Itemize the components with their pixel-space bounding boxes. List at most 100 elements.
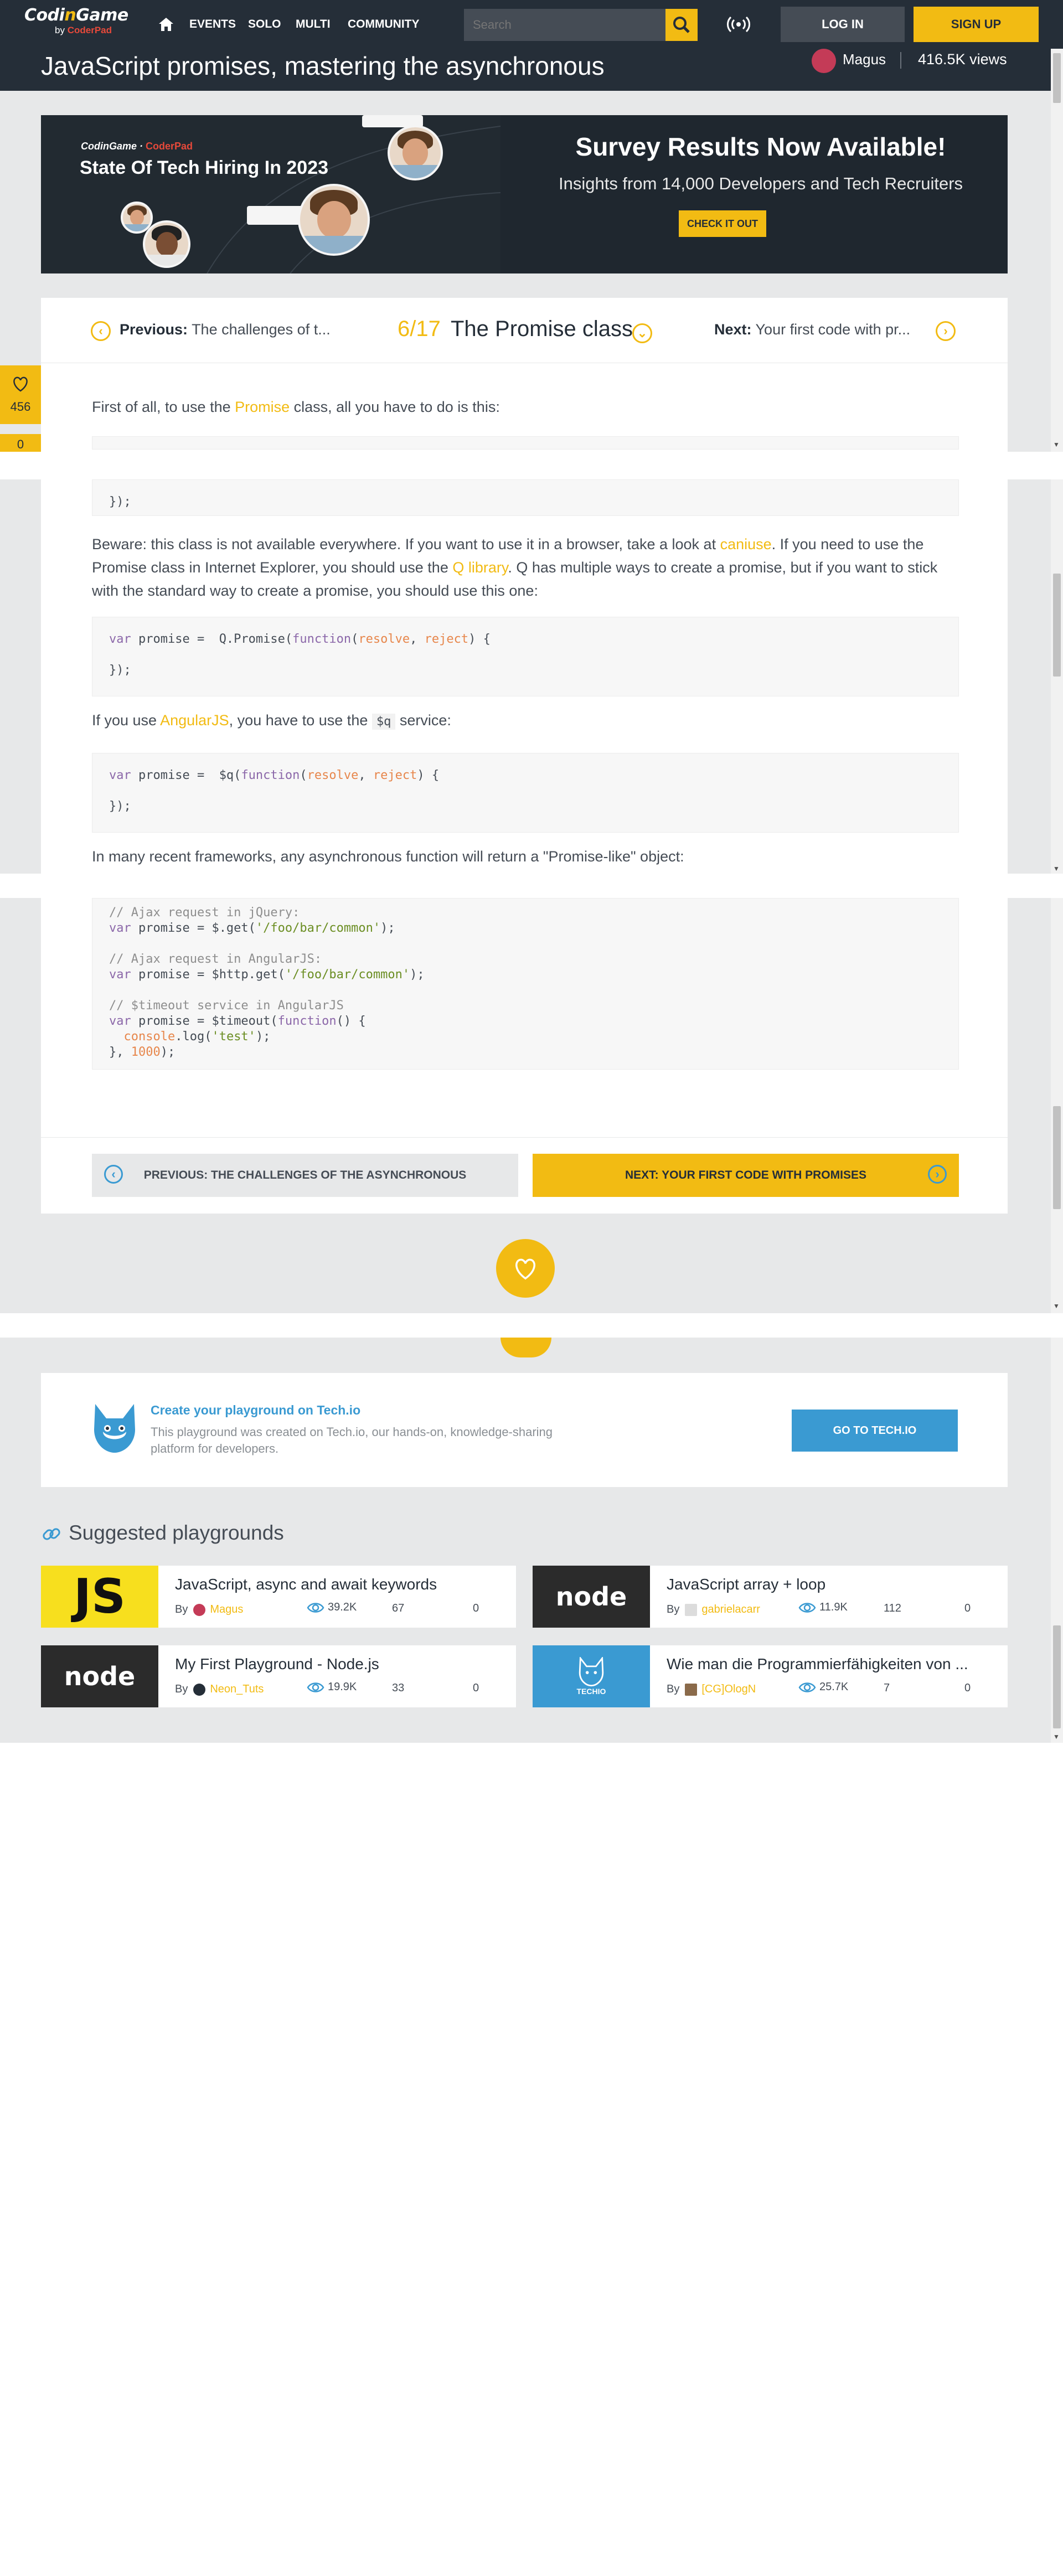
node-logo-text: node bbox=[64, 1661, 136, 1691]
banner-subtitle: Insights from 14,000 Developers and Tech… bbox=[558, 174, 963, 193]
chevron-down-icon[interactable]: ⌄ bbox=[632, 323, 652, 343]
code-block-angular-q: var promise = $q(function(resolve, rejec… bbox=[92, 753, 959, 833]
eye-icon bbox=[798, 1682, 816, 1692]
side-like-button[interactable]: 456 bbox=[0, 365, 41, 424]
like-button[interactable] bbox=[496, 1239, 555, 1298]
scrollbar-thumb-1[interactable] bbox=[1053, 53, 1061, 103]
comments-count: 0 bbox=[964, 1682, 971, 1694]
author-avatar bbox=[685, 1603, 698, 1616]
comments-count: 0 bbox=[964, 1602, 971, 1614]
playground-card[interactable]: node My First Playground - Node.js By Neo… bbox=[41, 1645, 516, 1707]
js-logo-thumbnail: JS bbox=[41, 1566, 158, 1628]
nav-solo[interactable]: SOLO bbox=[248, 18, 281, 31]
playground-title[interactable]: JavaScript, async and await keywords bbox=[175, 1576, 502, 1593]
white-gap-3 bbox=[0, 1313, 1063, 1338]
link-icon bbox=[43, 1528, 60, 1540]
paragraph-angular: If you use AngularJS, you have to use th… bbox=[92, 712, 451, 730]
by-label: By bbox=[175, 1603, 188, 1615]
playground-title[interactable]: My First Playground - Node.js bbox=[175, 1655, 502, 1673]
techio-fox-icon bbox=[94, 1404, 135, 1453]
previous-label: Previous: bbox=[120, 321, 188, 338]
likes-count: 67 bbox=[392, 1602, 405, 1614]
playground-title[interactable]: JavaScript array + loop bbox=[667, 1576, 993, 1593]
views-count: 416.5K views bbox=[918, 51, 1007, 68]
banner-check-it-out-button[interactable]: CHECK IT OUT bbox=[679, 210, 766, 237]
heart-icon bbox=[13, 376, 28, 392]
next-lesson-button[interactable]: NEXT: YOUR FIRST CODE WITH PROMISES › bbox=[533, 1154, 959, 1197]
playground-card[interactable]: node JavaScript array + loop By gabrielac… bbox=[533, 1566, 1008, 1628]
live-broadcast-icon[interactable] bbox=[726, 16, 751, 33]
playground-title[interactable]: Wie man die Programmierfähigkeiten von .… bbox=[667, 1655, 993, 1673]
author-avatar bbox=[685, 1683, 698, 1696]
chevron-right-icon[interactable]: › bbox=[936, 321, 956, 341]
likes-count: 112 bbox=[884, 1602, 901, 1614]
caniuse-link[interactable]: caniuse bbox=[720, 536, 772, 553]
author-name[interactable]: Magus bbox=[843, 51, 886, 68]
side-like-secondary[interactable]: 0 bbox=[0, 434, 41, 454]
playground-card[interactable]: TECHIO Wie man die Programmierfähigkeite… bbox=[533, 1645, 1008, 1707]
scroll-down-arrow[interactable]: ▼ bbox=[1053, 1302, 1060, 1310]
views-count: 25.7K bbox=[819, 1681, 849, 1693]
banner-face-avatar bbox=[388, 125, 443, 180]
scroll-down-arrow[interactable]: ▼ bbox=[1053, 1733, 1060, 1741]
author-name[interactable]: gabrielacarr bbox=[701, 1603, 760, 1616]
scroll-down-arrow[interactable]: ▼ bbox=[1053, 865, 1060, 873]
techio-logo-text: TECHIO bbox=[576, 1687, 606, 1696]
banner-brand: CodinGame · CoderPad bbox=[81, 141, 193, 152]
code-block-frameworks: // Ajax request in jQuery: var promise =… bbox=[92, 898, 959, 1070]
home-icon[interactable] bbox=[157, 16, 175, 33]
techio-description: This playground was created on Tech.io, … bbox=[151, 1425, 553, 1455]
previous-lesson-button-label: PREVIOUS: THE CHALLENGES OF THE ASYNCHRO… bbox=[143, 1169, 467, 1181]
author-avatar bbox=[193, 1683, 206, 1696]
playground-card[interactable]: JS JavaScript, async and await keywords … bbox=[41, 1566, 516, 1628]
scrollbar-3[interactable] bbox=[1051, 898, 1063, 1313]
search-button[interactable] bbox=[665, 9, 698, 41]
banner-face-avatar bbox=[143, 220, 190, 268]
scroll-down-arrow[interactable]: ▼ bbox=[1053, 441, 1060, 448]
banner-headline: State Of Tech Hiring In 2023 bbox=[80, 157, 329, 178]
nav-multi[interactable]: MULTI bbox=[296, 18, 331, 31]
playground-author: By gabrielacarr bbox=[667, 1603, 760, 1616]
previous-lesson-button[interactable]: ‹ PREVIOUS: THE CHALLENGES OF THE ASYNCH… bbox=[92, 1154, 518, 1197]
banner-brand-cp: CoderPad bbox=[146, 141, 193, 152]
scrollbar-2[interactable] bbox=[1051, 479, 1063, 874]
login-button[interactable]: LOG IN bbox=[781, 7, 905, 42]
scrollbar-1[interactable] bbox=[1051, 49, 1063, 452]
author-name[interactable]: [CG]OlogN bbox=[701, 1683, 756, 1696]
next-lesson-link[interactable]: Next: Your first code with pr... bbox=[714, 321, 910, 338]
nav-events[interactable]: EVENTS bbox=[189, 18, 236, 31]
survey-banner-ad[interactable]: CodinGame · CoderPad State Of Tech Hirin… bbox=[41, 115, 1008, 273]
page-title: JavaScript promises, mastering the async… bbox=[41, 51, 605, 80]
paragraph-beware: Beware: this class is not available ever… bbox=[92, 536, 938, 599]
scrollbar-thumb-2[interactable] bbox=[1053, 574, 1061, 677]
logo-text-c: Game bbox=[76, 6, 128, 25]
codingame-logo[interactable]: CodinGame by CoderPad bbox=[24, 6, 128, 43]
next-title: Your first code with pr... bbox=[755, 321, 911, 338]
search-icon bbox=[673, 17, 690, 33]
search-input[interactable] bbox=[464, 9, 665, 41]
eye-icon bbox=[798, 1603, 816, 1613]
go-to-techio-button[interactable]: GO TO TECH.IO bbox=[792, 1410, 958, 1452]
techio-fox-icon bbox=[579, 1657, 604, 1687]
chevron-left-icon[interactable]: ‹ bbox=[91, 321, 111, 341]
promise-link[interactable]: Promise bbox=[235, 399, 290, 415]
nav-community[interactable]: COMMUNITY bbox=[348, 18, 420, 31]
code-block-1: }); bbox=[92, 479, 959, 516]
author-name[interactable]: Neon_Tuts bbox=[210, 1683, 264, 1696]
scrollbar-thumb-3[interactable] bbox=[1053, 1106, 1061, 1209]
views-count: 39.2K bbox=[328, 1601, 357, 1613]
previous-lesson-link[interactable]: Previous: The challenges of t... bbox=[120, 321, 331, 338]
code-block-1-top bbox=[92, 436, 959, 450]
q-library-link[interactable]: Q library bbox=[452, 559, 508, 576]
angularjs-link[interactable]: AngularJS bbox=[160, 712, 229, 729]
techio-title[interactable]: Create your playground on Tech.io bbox=[151, 1403, 360, 1418]
scrollbar-thumb-4[interactable] bbox=[1053, 1625, 1061, 1728]
paragraph-intro: First of all, to use the Promise class, … bbox=[92, 399, 500, 415]
author-avatar[interactable] bbox=[812, 49, 836, 73]
title-bar: JavaScript promises, mastering the async… bbox=[0, 49, 1063, 91]
node-logo-thumbnail: node bbox=[533, 1566, 650, 1628]
likes-count: 7 bbox=[884, 1682, 890, 1694]
author-name[interactable]: Magus bbox=[210, 1603, 243, 1616]
signup-button[interactable]: SIGN UP bbox=[914, 7, 1039, 42]
chevron-right-icon: › bbox=[928, 1165, 947, 1184]
